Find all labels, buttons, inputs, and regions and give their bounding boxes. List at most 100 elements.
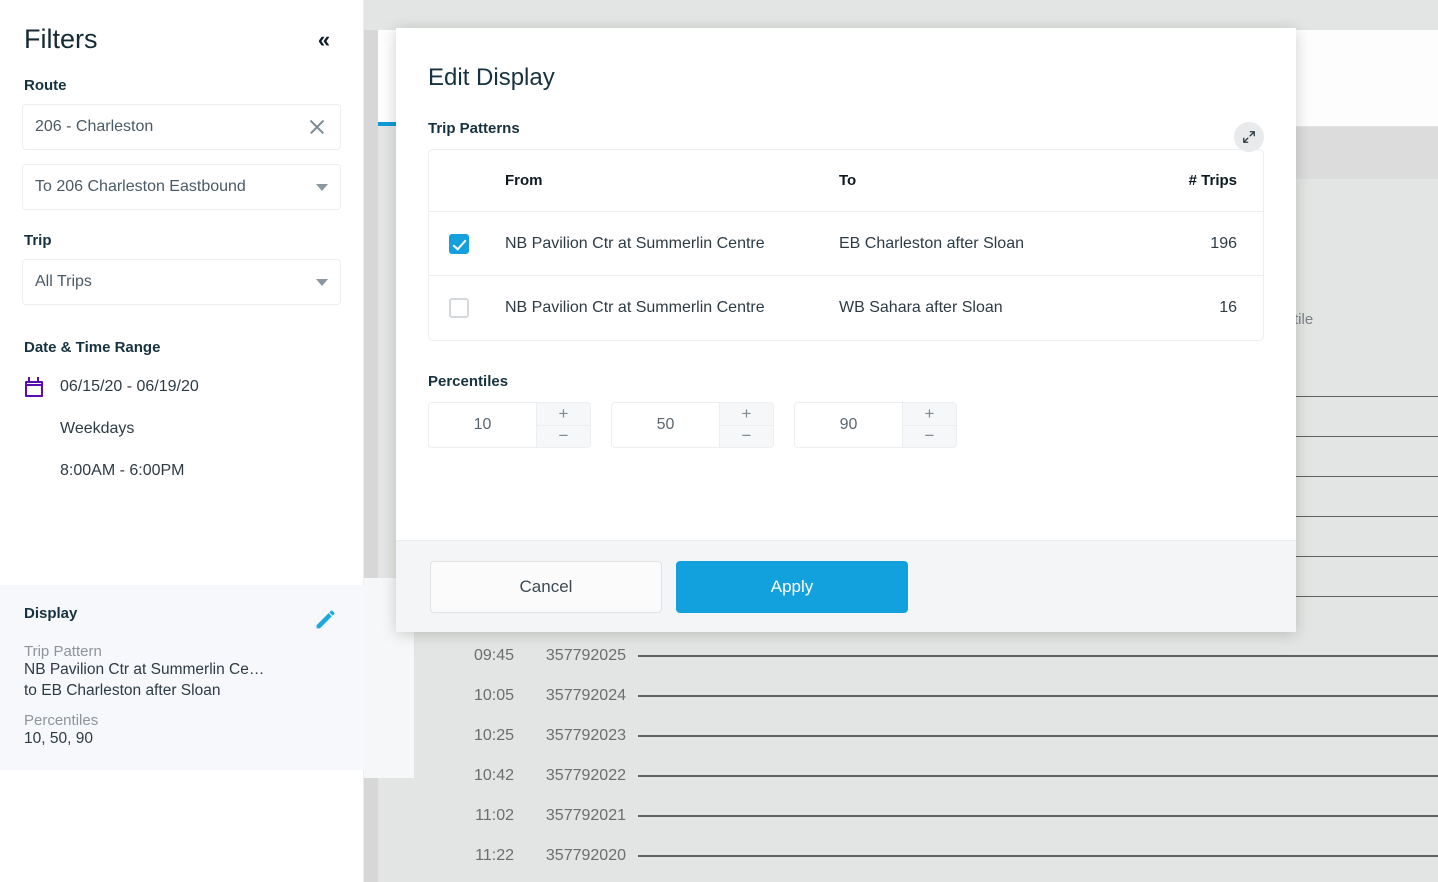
trip-select[interactable]: All Trips xyxy=(22,259,341,305)
chart-row-time: 09:45 xyxy=(414,647,522,665)
row-trips: 196 xyxy=(1139,235,1263,253)
chart-row-trip-id: 357792023 xyxy=(522,727,626,745)
trip-patterns-table: From To # Trips NB Pavilion Ctr at Summe… xyxy=(428,149,1264,341)
weekdays-row[interactable]: Weekdays xyxy=(24,408,339,450)
chart-row-trip-id: 357792021 xyxy=(522,807,626,825)
close-icon[interactable] xyxy=(306,116,328,138)
percentile-stepper-3[interactable]: 90 + − xyxy=(794,402,957,448)
table-row[interactable]: NB Pavilion Ctr at Summerlin Centre EB C… xyxy=(429,212,1263,276)
column-header-from: From xyxy=(505,172,839,189)
percentiles-section-label: Percentiles xyxy=(428,373,1264,390)
background-row-line xyxy=(1294,516,1438,517)
chart-trip-rows: 09:4535779202510:0535779202410:253577920… xyxy=(414,636,1438,882)
time-range-row[interactable]: 8:00AM - 6:00PM xyxy=(24,450,339,492)
percentile-input-1[interactable]: 10 xyxy=(429,403,536,447)
trip-pattern-value-line2: to EB Charleston after Sloan xyxy=(24,681,340,702)
trip-pattern-value-line1: NB Pavilion Ctr at Summerlin Ce… xyxy=(24,660,340,681)
date-time-range-block[interactable]: 06/15/20 - 06/19/20 Weekdays 8:00AM - 6:… xyxy=(0,366,363,492)
background-row-line xyxy=(1294,396,1438,397)
background-top-strip xyxy=(364,0,1438,29)
date-range-row[interactable]: 06/15/20 - 06/19/20 xyxy=(24,366,339,408)
table-row[interactable]: NB Pavilion Ctr at Summerlin Centre WB S… xyxy=(429,276,1263,340)
direction-select-value: To 206 Charleston Eastbound xyxy=(35,178,310,196)
display-summary-title: Display xyxy=(24,605,77,622)
sidebar-header: Filters « xyxy=(0,0,363,55)
chart-trip-row[interactable]: 11:22357792020 xyxy=(414,836,1438,876)
row-select-cell[interactable] xyxy=(429,234,505,254)
edit-display-dialog: Edit Display Trip Patterns From To # Tri… xyxy=(396,28,1296,632)
column-header-trips: # Trips xyxy=(1139,172,1263,189)
cancel-button[interactable]: Cancel xyxy=(430,561,662,613)
percentile-input-3[interactable]: 90 xyxy=(795,403,902,447)
plus-icon[interactable]: + xyxy=(720,403,773,426)
weekdays-value: Weekdays xyxy=(60,420,134,438)
background-row-line xyxy=(1294,436,1438,437)
plus-icon[interactable]: + xyxy=(903,403,956,426)
plus-icon[interactable]: + xyxy=(537,403,590,426)
chart-trip-row[interactable]: 11:02357792021 xyxy=(414,796,1438,836)
trip-section-label: Trip xyxy=(0,232,363,249)
page-title: Filters xyxy=(24,24,98,55)
filters-sidebar: Filters « Route 206 - Charleston To 206 … xyxy=(0,0,364,882)
dialog-title: Edit Display xyxy=(428,64,1264,92)
chart-trip-row[interactable]: 09:45357792025 xyxy=(414,636,1438,676)
chevrons-left-icon[interactable]: « xyxy=(309,25,339,55)
display-summary-panel: Display Trip Pattern NB Pavilion Ctr at … xyxy=(0,585,364,770)
trip-patterns-label: Trip Patterns xyxy=(428,120,1264,137)
calendar-icon xyxy=(24,377,44,397)
chart-row-trip-id: 357792020 xyxy=(522,847,626,865)
chevron-down-icon[interactable] xyxy=(316,279,328,286)
background-table-header xyxy=(1294,127,1438,179)
direction-select[interactable]: To 206 Charleston Eastbound xyxy=(22,164,341,210)
percentile-steppers: 10 + − 50 + − 90 + xyxy=(428,402,1264,448)
chart-row-line xyxy=(638,815,1438,817)
table-header-row: From To # Trips xyxy=(429,150,1263,212)
chart-row-time: 10:42 xyxy=(414,767,522,785)
chart-row-trip-id: 357792025 xyxy=(522,647,626,665)
chart-row-time: 10:25 xyxy=(414,727,522,745)
chevron-down-icon[interactable] xyxy=(316,184,328,191)
chart-row-trip-id: 357792024 xyxy=(522,687,626,705)
row-from: NB Pavilion Ctr at Summerlin Centre xyxy=(505,235,839,253)
active-tab-underline xyxy=(378,122,396,126)
percentiles-label: Percentiles xyxy=(24,712,340,729)
apply-button[interactable]: Apply xyxy=(676,561,908,613)
minus-icon[interactable]: − xyxy=(903,426,956,448)
background-row-line xyxy=(1294,596,1438,597)
background-percentile-label: tile xyxy=(1294,311,1313,328)
trip-select-value: All Trips xyxy=(35,273,310,291)
date-range-value: 06/15/20 - 06/19/20 xyxy=(60,378,199,396)
pencil-icon[interactable] xyxy=(312,605,340,633)
chart-trip-row[interactable]: 10:05357792024 xyxy=(414,676,1438,716)
row-checkbox[interactable] xyxy=(449,234,469,254)
row-to: WB Sahara after Sloan xyxy=(839,299,1139,317)
percentile-stepper-1[interactable]: 10 + − xyxy=(428,402,591,448)
chart-row-time: 11:02 xyxy=(414,807,522,825)
trip-pattern-label: Trip Pattern xyxy=(24,643,340,660)
row-to: EB Charleston after Sloan xyxy=(839,235,1139,253)
percentile-input-2[interactable]: 50 xyxy=(612,403,719,447)
chart-row-trip-id: 357792022 xyxy=(522,767,626,785)
route-select[interactable]: 206 - Charleston xyxy=(22,104,341,150)
chart-row-time: 10:05 xyxy=(414,687,522,705)
row-checkbox[interactable] xyxy=(449,298,469,318)
percentile-stepper-2[interactable]: 50 + − xyxy=(611,402,774,448)
column-header-to: To xyxy=(839,172,1139,189)
chart-trip-row[interactable]: 10:25357792023 xyxy=(414,716,1438,756)
chart-row-line xyxy=(638,775,1438,777)
chart-row-line xyxy=(638,695,1438,697)
row-from: NB Pavilion Ctr at Summerlin Centre xyxy=(505,299,839,317)
chart-row-time: 11:22 xyxy=(414,847,522,865)
chart-row-line xyxy=(638,855,1438,857)
display-summary-header: Display xyxy=(24,605,340,633)
route-select-value: 206 - Charleston xyxy=(35,118,306,136)
minus-icon[interactable]: − xyxy=(537,426,590,448)
route-section-label: Route xyxy=(0,77,363,94)
expand-diagonal-icon[interactable] xyxy=(1234,122,1264,152)
minus-icon[interactable]: − xyxy=(720,426,773,448)
chart-row-line xyxy=(638,735,1438,737)
background-row-line xyxy=(1294,476,1438,477)
background-row-line xyxy=(1294,556,1438,557)
chart-trip-row[interactable]: 10:42357792022 xyxy=(414,756,1438,796)
row-select-cell[interactable] xyxy=(429,298,505,318)
